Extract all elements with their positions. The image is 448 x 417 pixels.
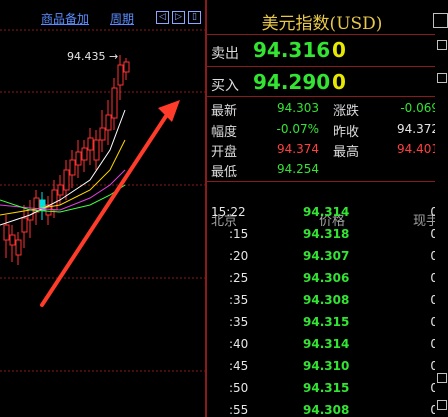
stat-label-prev-close: 昨收 bbox=[333, 125, 360, 140]
divider bbox=[207, 181, 448, 182]
product-link[interactable]: 商品备加 bbox=[41, 10, 89, 27]
tick-time: :35 bbox=[229, 315, 249, 329]
candle-body bbox=[99, 127, 106, 141]
tick-price: 94.315 bbox=[303, 381, 350, 395]
sell-volume: 0 bbox=[332, 38, 346, 62]
tick-volume: 0 bbox=[402, 381, 438, 395]
stat-label-open: 开盘 bbox=[211, 145, 238, 160]
close-icon[interactable] bbox=[433, 13, 448, 28]
right-arrow-icon[interactable]: ▷ bbox=[172, 11, 185, 24]
tick-price: 94.314 bbox=[303, 337, 350, 351]
tick-volume: 0 bbox=[402, 359, 438, 373]
candle-body bbox=[117, 64, 124, 86]
candle-body bbox=[87, 137, 94, 151]
candle-body bbox=[21, 217, 28, 233]
stat-label-high: 最高 bbox=[333, 145, 360, 160]
divider bbox=[207, 66, 448, 67]
scroll-indicator[interactable] bbox=[437, 373, 447, 383]
stat-label-change: 涨跌 bbox=[333, 104, 360, 119]
tick-time: :20 bbox=[229, 249, 249, 263]
candle-body bbox=[51, 189, 58, 211]
tick-price: 94.314 bbox=[303, 205, 350, 219]
period-link[interactable]: 周期 bbox=[110, 10, 134, 27]
tick-time: :50 bbox=[229, 381, 249, 395]
tick-volume: 0 bbox=[402, 293, 438, 307]
tick-price: 94.318 bbox=[303, 227, 350, 241]
scroll-indicator[interactable] bbox=[437, 73, 447, 83]
candle-body bbox=[81, 147, 88, 161]
tick-time: :55 bbox=[229, 403, 249, 417]
scrollbar[interactable] bbox=[435, 28, 448, 417]
tick-price: 94.310 bbox=[303, 359, 350, 373]
stat-label-low: 最低 bbox=[211, 165, 238, 180]
candle-body bbox=[15, 239, 22, 256]
candle-body bbox=[57, 184, 64, 196]
buy-price: 94.290 bbox=[253, 70, 331, 94]
tick-volume: 0 bbox=[402, 315, 438, 329]
tick-time: :15 bbox=[229, 227, 249, 241]
tick-volume: 0 bbox=[402, 205, 438, 219]
buy-volume: 0 bbox=[332, 70, 346, 94]
stat-value-change: -0.069 bbox=[400, 101, 439, 115]
stat-value-latest: 94.303 bbox=[277, 101, 319, 115]
stat-value-range: -0.07% bbox=[276, 122, 319, 136]
sell-label: 卖出 bbox=[211, 46, 239, 62]
candle-body bbox=[63, 169, 70, 191]
candle-body bbox=[111, 87, 118, 119]
tick-price: 94.308 bbox=[303, 293, 350, 307]
candle-body bbox=[9, 234, 16, 246]
candle-body bbox=[93, 139, 100, 161]
scroll-indicator[interactable] bbox=[437, 40, 447, 50]
red-arrow-annotation bbox=[40, 100, 180, 307]
tick-price: 94.315 bbox=[303, 315, 350, 329]
tick-time: :45 bbox=[229, 359, 249, 373]
chart-toolbar: 商品备加 周期 ◁ ▷ ▯ bbox=[0, 0, 205, 26]
buy-label: 买入 bbox=[211, 78, 239, 94]
candle-body bbox=[105, 114, 112, 131]
tick-time: :35 bbox=[229, 293, 249, 307]
instrument-title: 美元指数(USD) bbox=[261, 14, 383, 34]
candles-group bbox=[3, 55, 130, 265]
candle-body bbox=[69, 159, 76, 176]
scroll-indicator[interactable] bbox=[437, 400, 447, 410]
tick-volume: 0 bbox=[402, 337, 438, 351]
expand-icon[interactable]: ▯ bbox=[188, 11, 201, 24]
tick-time: :25 bbox=[229, 271, 249, 285]
kline-chart-panel[interactable]: 商品备加 周期 ◁ ▷ ▯ 94.435 → bbox=[0, 0, 205, 417]
candle-body bbox=[123, 61, 130, 73]
stat-label-latest: 最新 bbox=[211, 104, 238, 119]
stat-value-low: 94.254 bbox=[277, 162, 319, 176]
tick-time: :40 bbox=[229, 337, 249, 351]
high-price-annotation: 94.435 → bbox=[67, 50, 119, 63]
tick-price: 94.308 bbox=[303, 403, 350, 417]
tick-volume: 0 bbox=[402, 249, 438, 263]
sell-price: 94.316 bbox=[253, 38, 331, 62]
tick-price: 94.306 bbox=[303, 271, 350, 285]
stat-label-range: 幅度 bbox=[211, 125, 238, 140]
stat-value-prev-close: 94.372 bbox=[397, 122, 439, 136]
tick-volume: 0 bbox=[402, 271, 438, 285]
tick-price: 94.307 bbox=[303, 249, 350, 263]
candle-body bbox=[3, 224, 10, 241]
stat-value-high: 94.401 bbox=[397, 142, 439, 156]
tick-time: 15:22 bbox=[211, 205, 246, 219]
divider bbox=[207, 96, 448, 97]
candle-body bbox=[75, 151, 82, 166]
left-arrow-icon[interactable]: ◁ bbox=[156, 11, 169, 24]
stat-value-open: 94.374 bbox=[277, 142, 319, 156]
tick-volume: 0 bbox=[402, 227, 438, 241]
divider bbox=[207, 34, 448, 35]
quote-panel: 美元指数(USD) 卖出 94.316 0 买入 94.290 0 最新 94.… bbox=[207, 0, 448, 417]
tick-volume: 0 bbox=[402, 403, 438, 417]
